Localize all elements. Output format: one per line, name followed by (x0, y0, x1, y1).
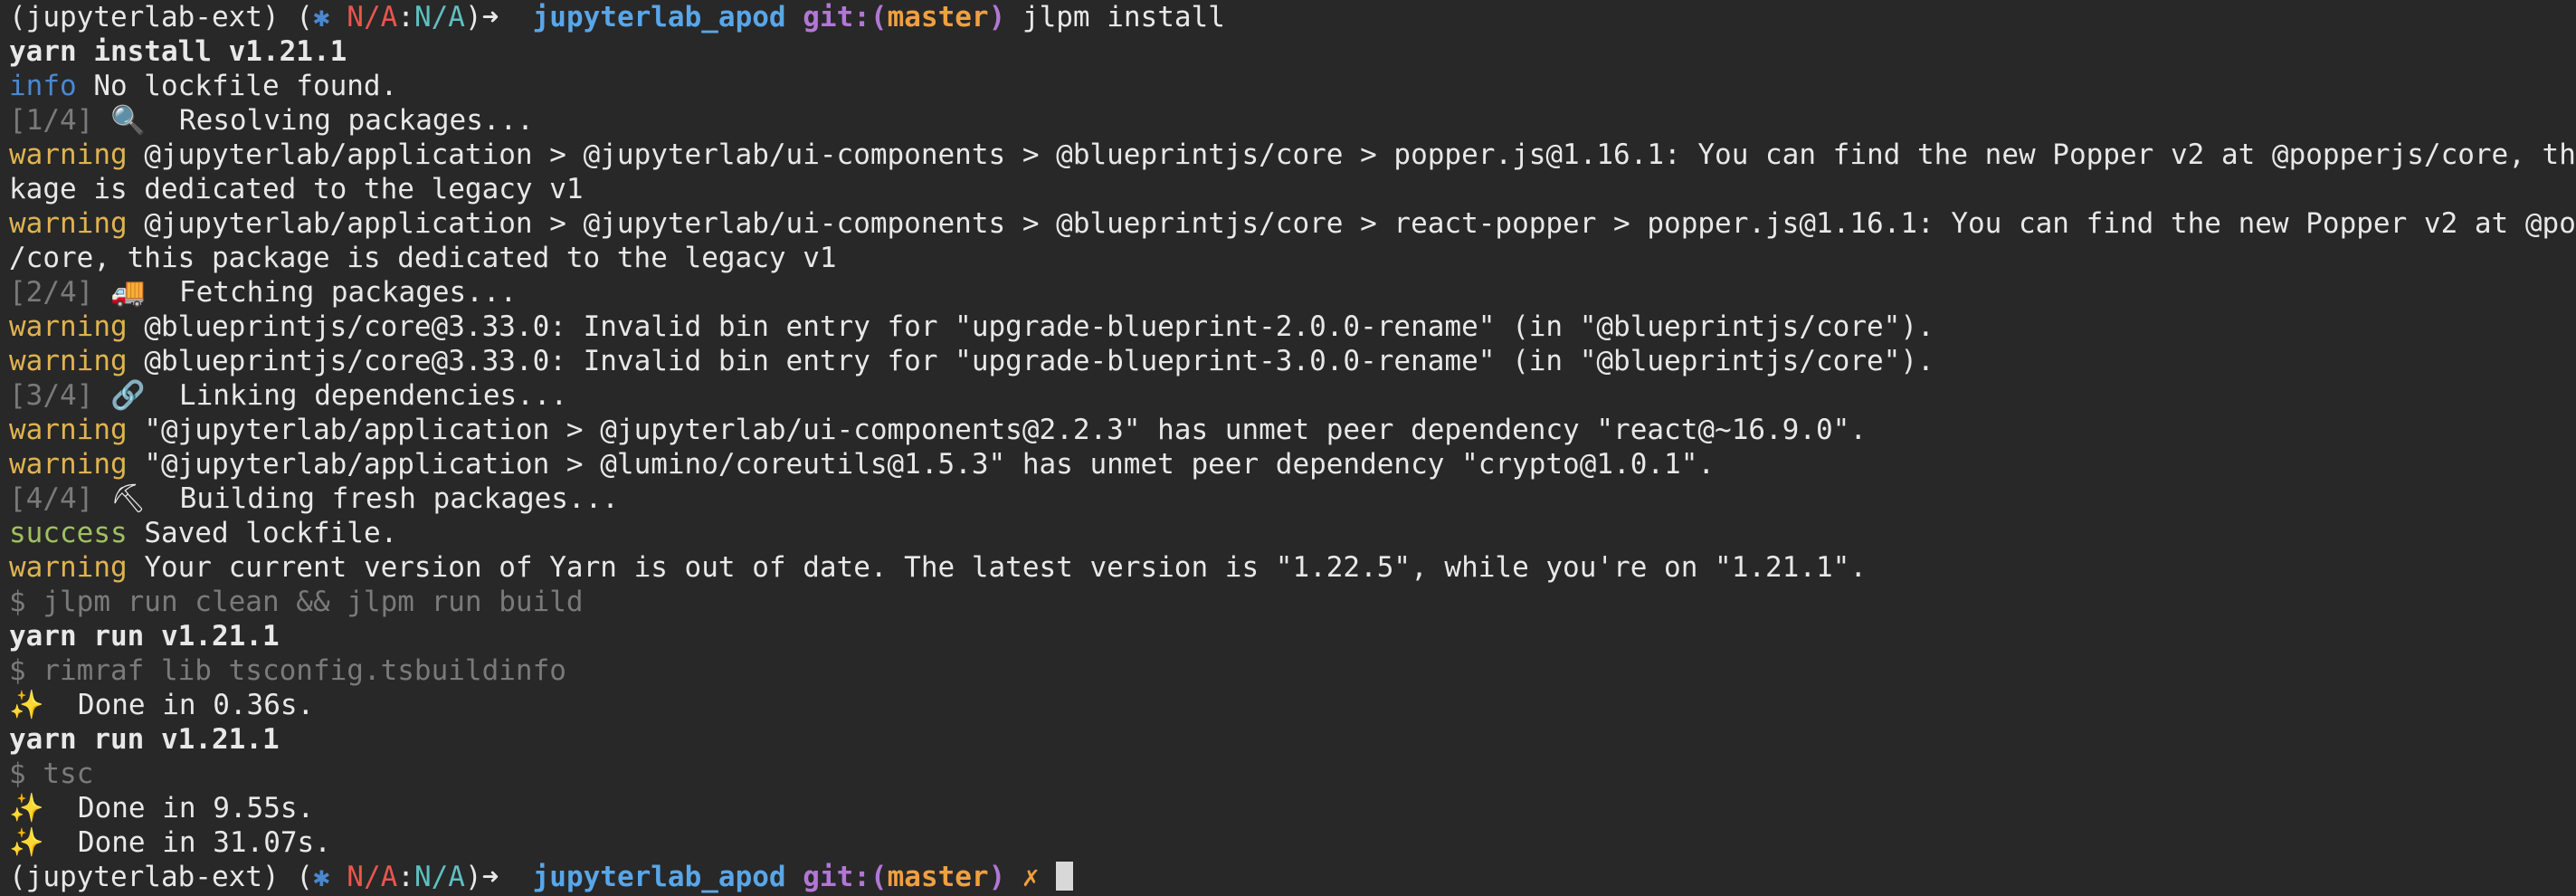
terminal-text-segment: warning (9, 551, 128, 584)
terminal-text-segment: : (397, 861, 414, 893)
terminal-text-segment: $ jlpm run clean && jlpm run build (9, 586, 584, 618)
terminal-cursor (1056, 862, 1074, 891)
terminal-line: (jupyterlab-ext) (✱ N/A:N/A)➜ jupyterlab… (9, 0, 2576, 34)
terminal-text-segment: )➜ (464, 1, 533, 33)
terminal-text-segment: @blueprintjs/core@3.33.0: Invalid bin en… (127, 345, 1934, 377)
terminal-text-segment: ✨ Done in 31.07s. (9, 826, 331, 859)
terminal-line: kage is dedicated to the legacy v1 (9, 172, 2576, 206)
terminal-text-segment: : (397, 1, 414, 33)
terminal-text-segment: ) (988, 861, 1006, 893)
terminal-text-segment: [3/4] (9, 379, 94, 412)
terminal-text-segment: $ tsc (9, 758, 94, 790)
terminal-text-segment: kage is dedicated to the legacy v1 (9, 173, 584, 205)
terminal-line: $ tsc (9, 757, 2576, 791)
terminal-text-segment: /core, this package is dedicated to the … (9, 242, 837, 274)
terminal-text-segment: $ rimraf lib tsconfig.tsbuildinfo (9, 654, 566, 687)
terminal-text-segment: @blueprintjs/core@3.33.0: Invalid bin en… (127, 310, 1934, 343)
terminal-line: warning "@jupyterlab/application > @jupy… (9, 413, 2576, 447)
terminal-line: $ rimraf lib tsconfig.tsbuildinfo (9, 653, 2576, 688)
terminal-text-segment: jupyterlab_apod (532, 1, 786, 33)
terminal-text-segment: jupyterlab_apod (532, 861, 786, 893)
terminal-text-segment: warning (9, 207, 128, 240)
terminal-text-segment: (jupyterlab-ext) ( (9, 1, 313, 33)
terminal-text-segment: ✗ (1022, 861, 1040, 893)
terminal-line: info No lockfile found. (9, 69, 2576, 103)
terminal-text-segment: @jupyterlab/application > @jupyterlab/ui… (127, 138, 2576, 171)
terminal-text-segment: @jupyterlab/application > @jupyterlab/ui… (127, 207, 2576, 240)
terminal-text-segment: info (9, 70, 77, 102)
terminal-text-segment: Your current version of Yarn is out of d… (127, 551, 1868, 584)
terminal-text-segment: warning (9, 448, 128, 481)
terminal-line: [2/4] 🚚 Fetching packages... (9, 275, 2576, 310)
terminal-line: [1/4] 🔍 Resolving packages... (9, 103, 2576, 138)
terminal-line: [4/4] ⛏ Building fresh packages... (9, 481, 2576, 516)
terminal-text-segment: 🔗 Linking dependencies... (93, 379, 568, 412)
terminal-line: ✨ Done in 0.36s. (9, 688, 2576, 722)
terminal-text-segment: warning (9, 310, 128, 343)
terminal-text-segment: warning (9, 414, 128, 446)
terminal-line: warning @jupyterlab/application > @jupyt… (9, 206, 2576, 241)
terminal-text-segment: master (887, 1, 989, 33)
terminal-text-segment: Saved lockfile. (127, 517, 398, 549)
terminal-text-segment: N/A (413, 861, 465, 893)
terminal-line: [3/4] 🔗 Linking dependencies... (9, 378, 2576, 413)
terminal-line: yarn run v1.21.1 (9, 619, 2576, 653)
terminal-line: ✨ Done in 31.07s. (9, 825, 2576, 860)
terminal-output[interactable]: (jupyterlab-ext) (✱ N/A:N/A)➜ jupyterlab… (0, 0, 2576, 896)
terminal-text-segment: yarn install v1.21.1 (9, 35, 347, 68)
terminal-line: warning Your current version of Yarn is … (9, 550, 2576, 585)
terminal-text-segment: yarn run v1.21.1 (9, 620, 280, 653)
terminal-line: warning @blueprintjs/core@3.33.0: Invali… (9, 310, 2576, 344)
terminal-text-segment: git:( (803, 1, 888, 33)
terminal-line: yarn run v1.21.1 (9, 722, 2576, 757)
terminal-text-segment: yarn run v1.21.1 (9, 723, 280, 756)
terminal-line: warning "@jupyterlab/application > @lumi… (9, 447, 2576, 481)
prompt-line: (jupyterlab-ext) (✱ N/A:N/A)➜ jupyterlab… (9, 860, 2576, 894)
terminal-line: warning @blueprintjs/core@3.33.0: Invali… (9, 344, 2576, 378)
terminal-text-segment: [1/4] (9, 104, 94, 137)
terminal-text-segment: 🚚 Fetching packages... (93, 276, 518, 309)
terminal-line: ✨ Done in 9.55s. (9, 791, 2576, 825)
terminal-text-segment: warning (9, 138, 128, 171)
terminal-line: /core, this package is dedicated to the … (9, 241, 2576, 275)
terminal-text-segment: "@jupyterlab/application > @lumino/coreu… (127, 448, 1716, 481)
terminal-text-segment: ⛏ Building fresh packages... (93, 482, 619, 515)
terminal-text-segment: ✨ Done in 9.55s. (9, 792, 315, 825)
terminal-text-segment: ✱ (312, 861, 330, 893)
terminal-text-segment: success (9, 517, 128, 549)
terminal-line: yarn install v1.21.1 (9, 34, 2576, 69)
terminal-text-segment: ✱ (312, 1, 330, 33)
terminal-text-segment: [2/4] (9, 276, 94, 309)
terminal-text-segment: N/A (347, 1, 398, 33)
terminal-text-segment: ) (988, 1, 1006, 33)
terminal-text-segment: 🔍 Resolving packages... (93, 104, 534, 137)
terminal-text-segment: git:( (803, 861, 888, 893)
terminal-text-segment: N/A (347, 861, 398, 893)
terminal-text-segment: jlpm install (1005, 1, 1225, 33)
terminal-text-segment: [4/4] (9, 482, 94, 515)
terminal-text-segment: ✨ Done in 0.36s. (9, 689, 315, 721)
terminal-text-segment: master (887, 861, 989, 893)
terminal-line: success Saved lockfile. (9, 516, 2576, 550)
terminal-text-segment: N/A (413, 1, 465, 33)
terminal-text-segment: No lockfile found. (76, 70, 398, 102)
terminal-text-segment: "@jupyterlab/application > @jupyterlab/u… (127, 414, 1868, 446)
terminal-line: $ jlpm run clean && jlpm run build (9, 585, 2576, 619)
terminal-text-segment: warning (9, 345, 128, 377)
terminal-text-segment: )➜ (464, 861, 533, 893)
terminal-text-segment: (jupyterlab-ext) ( (9, 861, 313, 893)
terminal-line: warning @jupyterlab/application > @jupyt… (9, 138, 2576, 172)
